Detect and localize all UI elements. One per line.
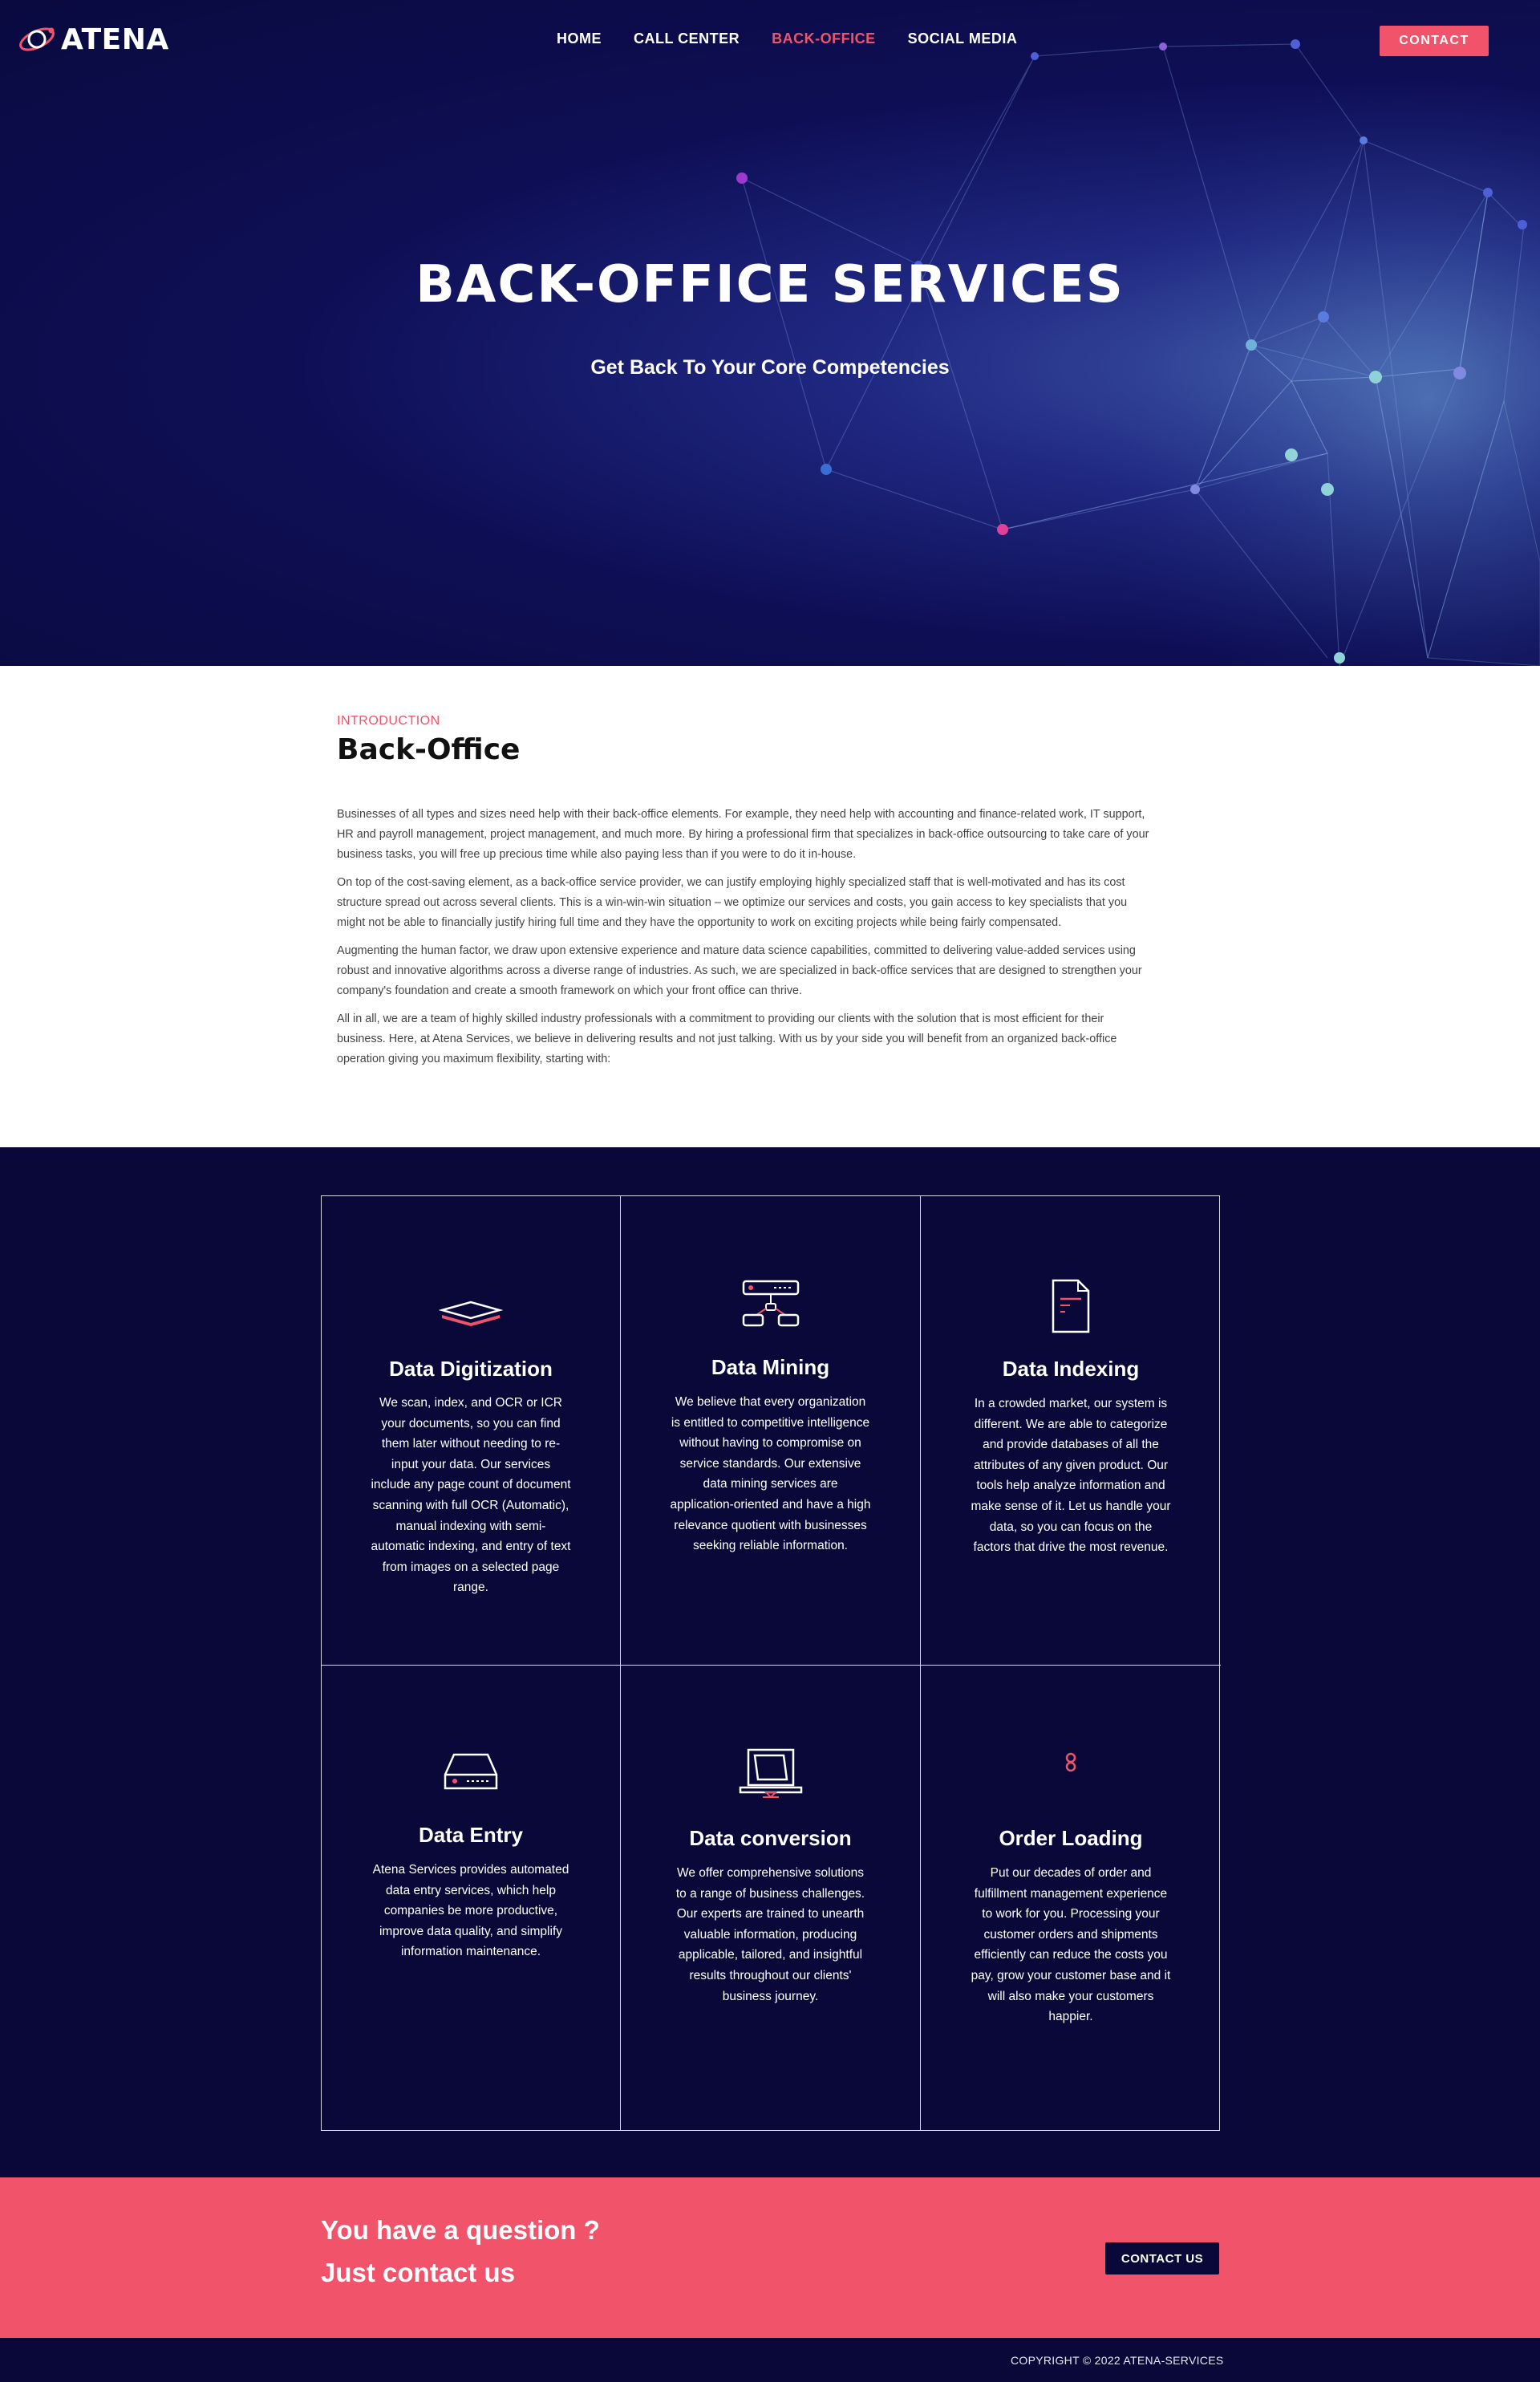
services-grid: Data Digitization We scan, index, and OC… [321,1195,1221,2131]
link-icon [1065,1752,1076,1772]
service-description: In a crowded market, our system is diffe… [971,1397,1171,1555]
service-card-data-entry: Data Entry Atena Services provides autom… [322,1666,621,2130]
service-title: Data conversion [689,1826,852,1850]
service-card-data-mining: Data Mining We believe that every organi… [621,1196,921,1666]
document-icon [1052,1279,1090,1333]
nav-item-social-media[interactable]: SOCIAL MEDIA [908,30,1018,47]
service-title: Data Indexing [1002,1357,1140,1381]
footer: COPYRIGHT © 2022 ATENA-SERVICES [0,2338,1540,2382]
main-nav: HOME CALL CENTER BACK-OFFICE SOCIAL MEDI… [557,30,1017,47]
hero-title: BACK-OFFICE SERVICES [415,255,1125,314]
layers-icon [439,1301,503,1326]
intro-paragraph: All in all, we are a team of highly skil… [337,1012,1117,1065]
nav-item-back-office[interactable]: BACK-OFFICE [772,30,876,47]
service-description: We scan, index, and OCR or ICR your docu… [371,1396,571,1595]
service-card-order-loading: Order Loading Put our decades of order a… [921,1666,1221,2130]
intro-kicker: INTRODUCTION [337,714,440,728]
introduction-section: INTRODUCTION Back-Office Businesses of a… [0,666,1540,1147]
brand-name: ATENA [61,22,169,56]
hero-subtitle: Get Back To Your Core Competencies [590,356,950,379]
service-card-data-indexing: Data Indexing In a crowded market, our s… [921,1196,1221,1666]
hard-drive-icon [444,1753,498,1790]
service-description: We believe that every organization is en… [670,1395,871,1553]
service-title: Order Loading [999,1826,1143,1850]
intro-body: Businesses of all types and sizes need h… [337,805,1155,1077]
cta-contact-line: Just contact us [321,2258,516,2287]
service-card-data-digitization: Data Digitization We scan, index, and OC… [322,1196,621,1666]
service-description: Atena Services provides automated data e… [372,1863,569,1959]
services-section: Data Digitization We scan, index, and OC… [0,1147,1540,2177]
nav-item-call-center[interactable]: CALL CENTER [634,30,740,47]
network-server-icon [742,1280,799,1327]
atena-logo-icon [19,27,55,51]
hero-section: ATENA HOME CALL CENTER BACK-OFFICE SOCIA… [0,0,1540,666]
service-description: We offer comprehensive solutions to a ra… [675,1866,865,2003]
nav-item-home[interactable]: HOME [557,30,602,47]
contact-button[interactable]: CONTACT [1380,26,1489,56]
intro-paragraph: Augmenting the human factor, we draw upo… [337,944,1142,997]
service-title: Data Mining [711,1355,830,1379]
contact-cta-section: You have a question ? Just contact us CO… [0,2177,1540,2338]
cta-question-line: You have a question ? [321,2215,600,2245]
intro-paragraph: Businesses of all types and sizes need h… [337,808,1149,861]
contact-us-button[interactable]: CONTACT US [1105,2242,1219,2274]
intro-title: Back-Office [337,733,521,766]
brand-logo[interactable]: ATENA [16,21,169,58]
service-title: Data Digitization [389,1357,553,1381]
service-title: Data Entry [418,1823,524,1847]
service-description: Put our decades of order and fulfillment… [971,1866,1171,2024]
copyright-text: COPYRIGHT © 2022 ATENA-SERVICES [1011,2354,1224,2367]
network-background-graphic [736,0,1540,666]
intro-paragraph: On top of the cost-saving element, as a … [337,876,1128,929]
service-card-data-conversion: Data conversion We offer comprehensive s… [621,1666,921,2130]
top-navigation-bar: ATENA HOME CALL CENTER BACK-OFFICE SOCIA… [0,0,1540,80]
laptop-icon [739,1748,802,1799]
